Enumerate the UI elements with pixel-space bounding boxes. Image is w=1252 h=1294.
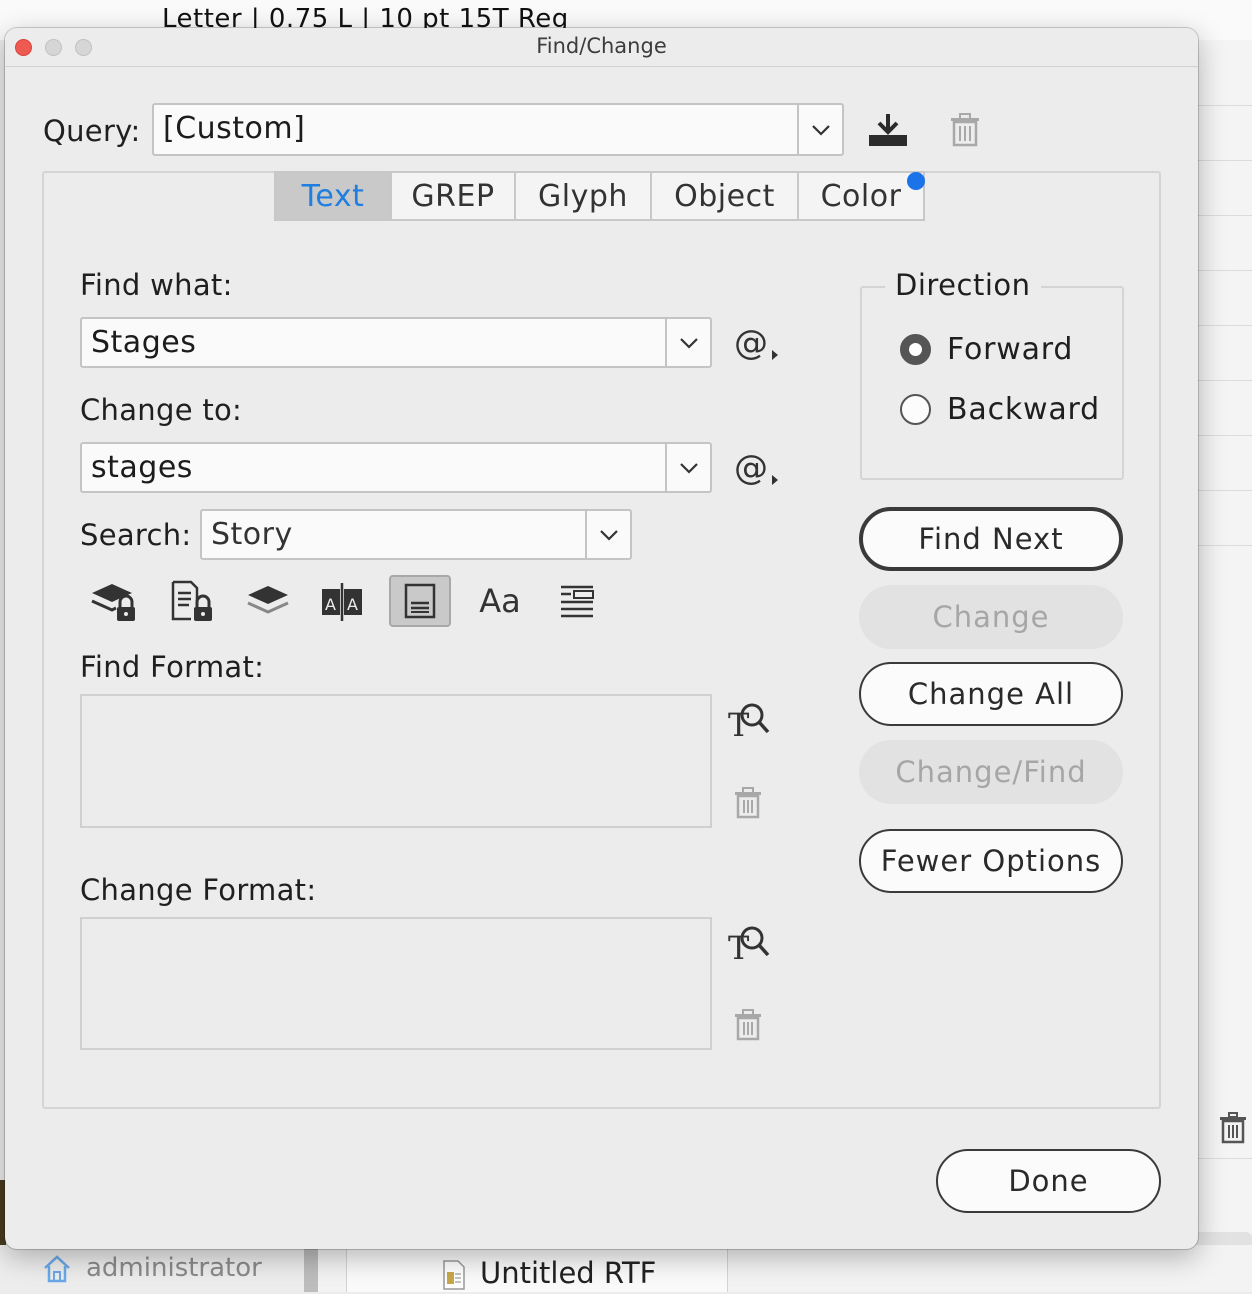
done-button[interactable]: Done [936, 1149, 1161, 1213]
whole-word-icon[interactable] [546, 575, 608, 627]
find-what-value: Stages [91, 325, 197, 360]
background-divider [1196, 325, 1252, 326]
tab-glyph[interactable]: Glyph [514, 173, 650, 219]
find-what-field[interactable]: Stages [80, 317, 712, 368]
tab-text[interactable]: Text [276, 173, 390, 219]
case-sensitive-label: Aa [479, 582, 521, 620]
background-divider [1196, 215, 1252, 216]
tab-color[interactable]: Color [797, 173, 923, 219]
sidebar-item-label: administrator [86, 1253, 262, 1283]
find-next-button[interactable]: Find Next [859, 507, 1123, 571]
backward-radio[interactable] [900, 394, 931, 425]
clear-find-format-icon[interactable] [733, 786, 763, 820]
change-format-box[interactable] [80, 917, 712, 1050]
fewer-options-button[interactable]: Fewer Options [859, 829, 1123, 893]
change-all-button[interactable]: Change All [859, 662, 1123, 726]
include-footnotes-icon[interactable] [389, 575, 451, 627]
background-panel [1196, 40, 1252, 1292]
trash-icon[interactable] [1218, 1112, 1248, 1144]
specify-change-format-icon[interactable]: T [725, 921, 773, 965]
chevron-down-icon[interactable] [667, 444, 711, 491]
change-to-label: Change to: [80, 393, 243, 427]
specify-find-format-icon[interactable]: T [725, 698, 773, 742]
change-format-label: Change Format: [80, 873, 317, 907]
special-characters-find-icon[interactable]: @ [731, 322, 783, 364]
include-hidden-layers-icon[interactable] [237, 575, 299, 627]
background-divider [1196, 1158, 1252, 1159]
forward-label: Forward [947, 332, 1074, 367]
chevron-down-icon[interactable] [799, 105, 843, 154]
document-tab-label: Untitled RTF [480, 1256, 657, 1290]
rtf-file-icon [442, 1260, 466, 1290]
window-title: Find/Change [536, 34, 667, 58]
svg-text:@: @ [734, 448, 768, 488]
search-mode-tabs: Text GREP Glyph Object Color [274, 171, 925, 221]
direction-group [860, 286, 1124, 480]
notification-dot [907, 172, 925, 190]
background-divider [1196, 105, 1252, 106]
svg-text:A: A [347, 595, 358, 614]
include-locked-layers-icon[interactable] [83, 575, 145, 627]
clear-change-format-icon[interactable] [733, 1008, 763, 1042]
find-format-box[interactable] [80, 694, 712, 828]
query-select[interactable]: [Custom] [152, 103, 844, 156]
background-divider [1196, 435, 1252, 436]
chevron-down-icon[interactable] [587, 511, 631, 558]
find-format-label: Find Format: [80, 650, 265, 684]
sidebar-divider [304, 1245, 318, 1292]
svg-text:@: @ [734, 323, 768, 363]
background-divider [1196, 545, 1252, 546]
save-query-icon[interactable] [865, 110, 911, 150]
query-label: Query: [43, 114, 141, 148]
background-divider [1196, 380, 1252, 381]
tab-object[interactable]: Object [650, 173, 797, 219]
background-divider [1196, 490, 1252, 491]
find-change-dialog: Find/Change Query: [Custom] Text GREP Gl… [5, 28, 1198, 1249]
svg-text:A: A [325, 595, 336, 614]
case-sensitive-icon[interactable]: Aa [469, 575, 531, 627]
forward-radio[interactable] [900, 334, 931, 365]
special-characters-change-icon[interactable]: @ [731, 447, 783, 489]
query-value: [Custom] [163, 111, 306, 146]
change-button[interactable]: Change [859, 585, 1123, 649]
find-what-label: Find what: [80, 268, 233, 302]
direction-title: Direction [885, 268, 1041, 302]
search-scope-value: Story [211, 517, 293, 552]
change-find-button[interactable]: Change/Find [859, 740, 1123, 804]
search-label: Search: [80, 518, 192, 552]
background-divider [1196, 160, 1252, 161]
chevron-down-icon[interactable] [667, 319, 711, 366]
title-bar: Find/Change [5, 28, 1198, 67]
tab-grep[interactable]: GREP [390, 173, 514, 219]
include-master-pages-icon[interactable]: AA [311, 575, 373, 627]
change-to-field[interactable]: stages [80, 442, 712, 493]
search-scope-select[interactable]: Story [200, 509, 632, 560]
home-icon [42, 1254, 72, 1284]
background-divider [1196, 270, 1252, 271]
delete-query-icon[interactable] [947, 110, 983, 150]
change-to-value: stages [91, 450, 193, 485]
backward-label: Backward [947, 392, 1101, 427]
include-locked-stories-icon[interactable] [160, 575, 222, 627]
